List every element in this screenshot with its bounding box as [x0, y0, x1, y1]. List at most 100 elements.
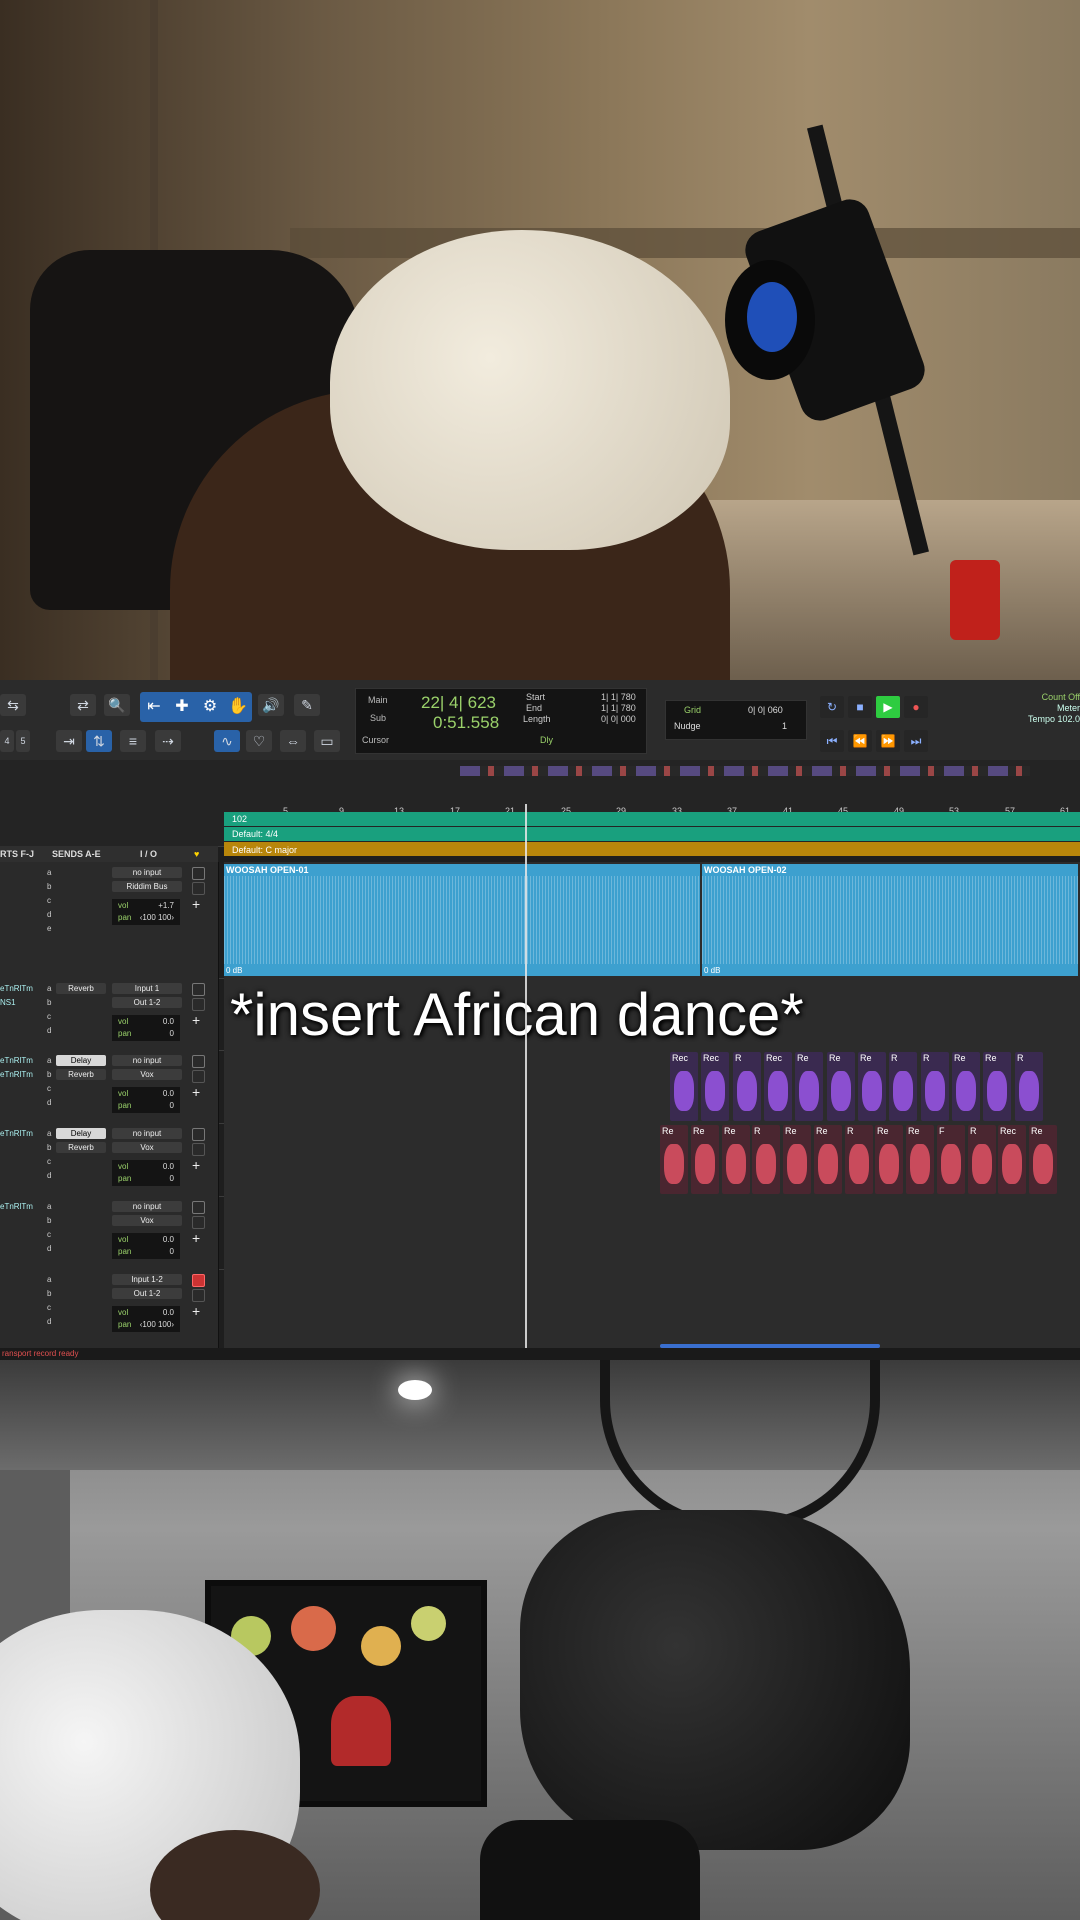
track-lane[interactable]	[224, 1269, 1080, 1348]
record-enable-button[interactable]	[192, 1201, 205, 1214]
output-selector[interactable]: Riddim Bus	[112, 881, 182, 892]
track-lane[interactable]: Rec Rec R Rec Re Re Re R R Re Re R	[224, 1050, 1080, 1123]
insert-icon[interactable]: ⇢	[155, 730, 181, 752]
track-lane[interactable]	[224, 1196, 1080, 1269]
clip-gain[interactable]: 0 dB	[226, 966, 242, 975]
audio-clip[interactable]: WOOSAH OPEN-01 0 dB	[224, 864, 700, 976]
dly-label[interactable]: Dly	[540, 735, 553, 745]
midi-region[interactable]: R	[733, 1052, 761, 1121]
midi-region[interactable]: Rec	[701, 1052, 729, 1121]
zoom-icon[interactable]: 🔍	[104, 694, 130, 716]
link-icon[interactable]: ⇅	[86, 730, 112, 752]
midi-region[interactable]: Re	[722, 1125, 750, 1194]
output-selector[interactable]: Vox	[112, 1142, 182, 1153]
zoom-toggle-icon[interactable]: ⇄	[70, 694, 96, 716]
wave-icon[interactable]: ∿	[214, 730, 240, 752]
input-selector[interactable]: no input	[112, 1128, 182, 1139]
pan-value[interactable]: 0	[170, 1029, 174, 1038]
output-selector[interactable]: Out 1-2	[112, 1288, 182, 1299]
edit-mode-icon[interactable]: ⇆	[0, 694, 26, 716]
add-icon[interactable]: +	[192, 1012, 200, 1028]
midi-region[interactable]: Re	[906, 1125, 934, 1194]
vol-value[interactable]: +1.7	[158, 901, 174, 910]
pan-value[interactable]: 0	[170, 1247, 174, 1256]
vol-pan-display[interactable]: vol +1.7 pan ‹100 100›	[112, 899, 180, 925]
play-icon[interactable]: ▶	[876, 696, 900, 718]
selector-tool-icon[interactable]: ✚	[168, 692, 196, 722]
insert-slot[interactable]: NS1	[0, 998, 16, 1007]
record-enable-button[interactable]	[192, 1055, 205, 1068]
add-icon[interactable]: +	[192, 896, 200, 912]
heart-icon[interactable]: ♡	[246, 730, 272, 752]
key-marker[interactable]: Default: C major	[232, 845, 297, 855]
speaker-icon[interactable]: 🔊	[258, 694, 284, 716]
record-icon[interactable]: ●	[904, 696, 928, 718]
midi-region[interactable]: Re	[783, 1125, 811, 1194]
midi-region[interactable]: Re	[795, 1052, 823, 1121]
end-value[interactable]: 1| 1| 780	[601, 703, 636, 713]
send-slot[interactable]: Delay	[56, 1128, 106, 1139]
vol-value[interactable]: 0.0	[163, 1308, 174, 1317]
add-icon[interactable]: +	[192, 1084, 200, 1100]
input-selector[interactable]: Input 1-2	[112, 1274, 182, 1285]
list-icon[interactable]: ≡	[120, 730, 146, 752]
return-to-zero-icon[interactable]: ⏮	[820, 730, 844, 752]
add-icon[interactable]: +	[192, 1230, 200, 1246]
grid-value[interactable]: 0| 0| 060	[748, 705, 783, 715]
shuffle-icon[interactable]: ⇥	[56, 730, 82, 752]
vol-value[interactable]: 0.0	[163, 1235, 174, 1244]
tempo-value[interactable]: 102.0	[1057, 714, 1080, 724]
insert-slot[interactable]: eTnRlTm	[0, 1202, 33, 1211]
trim-tool-icon[interactable]: ⇤	[140, 692, 168, 722]
input-monitor-button[interactable]	[192, 1216, 205, 1229]
insert-slot[interactable]: eTnRlTm	[0, 1129, 33, 1138]
tempo-ruler[interactable]: 102	[224, 812, 1080, 826]
grabber-tool-icon[interactable]: ⚙	[196, 692, 224, 722]
midi-region[interactable]: Rec	[998, 1125, 1026, 1194]
output-selector[interactable]: Vox	[112, 1215, 182, 1226]
send-slot[interactable]: Reverb	[56, 1142, 106, 1153]
loop-icon[interactable]: ↻	[820, 696, 844, 718]
midi-region[interactable]: R	[889, 1052, 917, 1121]
midi-region[interactable]: Re	[827, 1052, 855, 1121]
mini-timeline[interactable]	[460, 766, 1030, 776]
midi-region[interactable]: Re	[1029, 1125, 1057, 1194]
clip-gain[interactable]: 0 dB	[704, 966, 720, 975]
go-to-end-icon[interactable]: ⏭	[904, 730, 928, 752]
midi-region[interactable]: R	[1015, 1052, 1043, 1121]
midi-region[interactable]: Re	[691, 1125, 719, 1194]
rewind-icon[interactable]: ⏪	[848, 730, 872, 752]
input-monitor-button[interactable]	[192, 1143, 205, 1156]
send-slot[interactable]: Reverb	[56, 983, 106, 994]
output-selector[interactable]: Out 1-2	[112, 997, 182, 1008]
track-lane[interactable]: WOOSAH OPEN-01 0 dB WOOSAH OPEN-02 0 dB	[224, 862, 1080, 978]
midi-region[interactable]: Rec	[670, 1052, 698, 1121]
vol-pan-display[interactable]: vol 0.0 pan 0	[112, 1233, 180, 1259]
record-enable-button[interactable]	[192, 1274, 205, 1287]
main-counter[interactable]: Main Sub Cursor 22| 4| 623 0:51.558 Star…	[355, 688, 647, 754]
output-selector[interactable]: Vox	[112, 1069, 182, 1080]
send-slot[interactable]: Reverb	[56, 1069, 106, 1080]
midi-region[interactable]: Rec	[764, 1052, 792, 1121]
add-icon[interactable]: +	[192, 1157, 200, 1173]
midi-region[interactable]: R	[752, 1125, 780, 1194]
vol-value[interactable]: 0.0	[163, 1089, 174, 1098]
input-selector[interactable]: no input	[112, 867, 182, 878]
grid-label[interactable]: Grid	[684, 705, 701, 715]
input-monitor-button[interactable]	[192, 1070, 205, 1083]
midi-region[interactable]: Re	[814, 1125, 842, 1194]
tempo-marker[interactable]: 102	[232, 814, 247, 824]
timeline-ruler[interactable]: 5 9 13 17 21 25 29 33 37 41 45 49 53 57 61 102 Default…	[0, 760, 1080, 847]
midi-region[interactable]: Re	[983, 1052, 1011, 1121]
start-value[interactable]: 1| 1| 780	[601, 692, 636, 702]
window-icon[interactable]: ▭	[314, 730, 340, 752]
midi-region[interactable]: R	[845, 1125, 873, 1194]
input-monitor-button[interactable]	[192, 1289, 205, 1302]
playhead[interactable]	[525, 804, 527, 1352]
pan-value[interactable]: 0	[170, 1101, 174, 1110]
nudge-value[interactable]: 1	[782, 721, 787, 731]
meter-marker[interactable]: Default: 4/4	[232, 829, 278, 839]
midi-region[interactable]: Re	[875, 1125, 903, 1194]
track-num-4[interactable]: 4	[0, 730, 14, 752]
vol-value[interactable]: 0.0	[163, 1162, 174, 1171]
